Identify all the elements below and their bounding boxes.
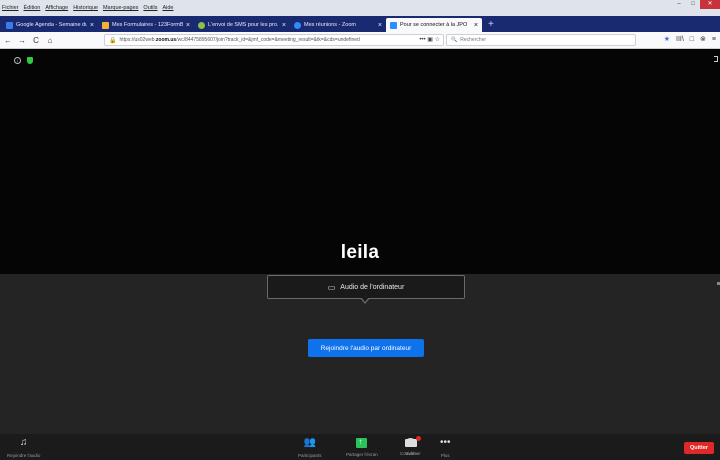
form-icon xyxy=(102,21,109,29)
hamburger-menu-icon[interactable]: ≡ xyxy=(712,34,716,46)
tab-sms[interactable]: L'envoi de SMS pour les pro... × xyxy=(194,18,290,32)
sms-icon xyxy=(198,21,205,29)
tab-google-agenda[interactable]: Google Agenda - Semaine du × xyxy=(2,18,98,32)
close-tab-icon[interactable]: × xyxy=(282,22,286,29)
meeting-status-icons: i xyxy=(14,57,33,64)
close-tab-icon[interactable]: × xyxy=(378,22,382,29)
tab-label: Mes Formulaires - 123FormB... xyxy=(112,22,183,28)
tab-label: Pour se connecter à la JPO xyxy=(400,22,468,28)
new-tab-button[interactable]: + xyxy=(488,18,494,32)
share-screen-toolbar-button[interactable]: Partager l'écran xyxy=(346,436,378,457)
chat-toolbar-button[interactable]: Converser xyxy=(400,437,421,456)
url-prefix: https://us02web. xyxy=(119,37,156,43)
menu-tools[interactable]: Outils xyxy=(143,5,157,11)
share-screen-icon xyxy=(356,436,368,448)
close-tab-icon[interactable]: × xyxy=(474,22,478,29)
search-icon: 🔍 xyxy=(451,37,458,43)
maximize-button[interactable]: □ xyxy=(686,0,700,9)
close-tab-icon[interactable]: × xyxy=(90,22,94,29)
tab-formulaires[interactable]: Mes Formulaires - 123FormB... × xyxy=(98,18,194,32)
bookmark-star-icon[interactable]: ★ xyxy=(664,34,670,46)
menu-bar: Fichier Édition Affichage Historique Mar… xyxy=(0,0,720,16)
audio-tooltip-label: Audio de l'ordinateur xyxy=(340,283,405,291)
tab-jpo[interactable]: Pour se connecter à la JPO × xyxy=(386,18,482,32)
close-tab-icon[interactable]: × xyxy=(186,22,190,29)
minimize-button[interactable]: – xyxy=(672,0,686,9)
close-window-button[interactable]: ✕ xyxy=(700,0,720,9)
forward-icon[interactable]: → xyxy=(16,36,28,45)
browser-toolbar-icons: ★ III\ □ ⊗ ≡ xyxy=(664,34,716,46)
url-suffix: /wc/84475895607/join?track_id=&jmf_code=… xyxy=(176,37,360,43)
quit-button[interactable]: Quitter xyxy=(684,442,714,454)
zoom-icon xyxy=(390,21,397,29)
info-icon[interactable]: i xyxy=(14,57,21,64)
account-icon[interactable]: ⊗ xyxy=(700,34,706,46)
zoom-icon xyxy=(294,21,301,29)
search-placeholder: Rechercher xyxy=(460,37,487,43)
url-domain: zoom.us xyxy=(155,37,177,43)
search-input[interactable]: 🔍 Rechercher xyxy=(446,34,636,46)
tab-mes-reunions[interactable]: Mes réunions - Zoom × xyxy=(290,18,386,32)
fullscreen-icon[interactable] xyxy=(714,56,718,62)
participant-name: leila xyxy=(340,242,380,263)
audio-tooltip: ▭ Audio de l'ordinateur xyxy=(267,275,465,304)
computer-icon: ▭ xyxy=(327,282,336,292)
calendar-icon xyxy=(6,21,13,29)
navigation-bar: ← → C ⌂ 🔒 https://us02web. zoom.us/wc/844… xyxy=(0,32,720,49)
menu-history[interactable]: Historique xyxy=(73,5,98,11)
zoom-meeting: i leila ▭ Audio de l'ordinateur Rejoindr… xyxy=(0,50,720,460)
reload-icon[interactable]: C xyxy=(30,36,42,45)
video-area xyxy=(0,50,720,274)
meeting-toolbar: ♫ Rejoindre l'audio Vidéo 👥 Participants… xyxy=(0,434,720,460)
participants-toolbar-button[interactable]: 👥 Participants xyxy=(298,437,322,458)
menu-file[interactable]: Fichier xyxy=(2,5,19,11)
participants-icon: 👥 xyxy=(303,437,316,448)
tab-strip: Google Agenda - Semaine du × Mes Formula… xyxy=(0,16,720,32)
back-icon[interactable]: ← xyxy=(2,36,14,45)
video-toolbar-button[interactable]: Vidéo xyxy=(51,436,720,456)
sidebar-icon[interactable]: □ xyxy=(690,34,694,46)
participants-label: Participants xyxy=(298,453,322,458)
window-controls: – □ ✕ xyxy=(672,0,720,9)
chat-icon xyxy=(404,438,416,447)
tab-label: Mes réunions - Zoom xyxy=(304,22,356,28)
encryption-shield-icon[interactable] xyxy=(27,57,33,64)
share-screen-label: Partager l'écran xyxy=(346,452,378,457)
chat-label: Converser xyxy=(400,451,421,456)
page-actions-icon[interactable]: ••• ▣ ☆ xyxy=(419,35,440,45)
tab-label: L'envoi de SMS pour les pro... xyxy=(208,22,279,28)
menu-view[interactable]: Affichage xyxy=(45,5,68,11)
home-icon[interactable]: ⌂ xyxy=(44,36,56,45)
headphones-icon: ♫ xyxy=(19,437,28,448)
more-toolbar-button[interactable]: ••• Plus xyxy=(440,437,451,458)
join-audio-button[interactable]: Rejoindre l'audio par ordinateur xyxy=(308,339,424,357)
library-icon[interactable]: III\ xyxy=(676,34,684,46)
menu-help[interactable]: Aide xyxy=(162,5,173,11)
url-bar[interactable]: 🔒 https://us02web. zoom.us/wc/84475895607… xyxy=(104,34,444,46)
join-audio-label: Rejoindre l'audio xyxy=(7,453,41,458)
tab-label: Google Agenda - Semaine du xyxy=(16,22,87,28)
lock-icon: 🔒 xyxy=(109,37,117,44)
more-label: Plus xyxy=(440,453,450,458)
menu-bookmarks[interactable]: Marque-pages xyxy=(103,5,138,11)
menu-edit[interactable]: Édition xyxy=(24,5,41,11)
more-icon: ••• xyxy=(440,437,451,448)
join-audio-toolbar-button[interactable]: ♫ Rejoindre l'audio xyxy=(7,437,40,458)
